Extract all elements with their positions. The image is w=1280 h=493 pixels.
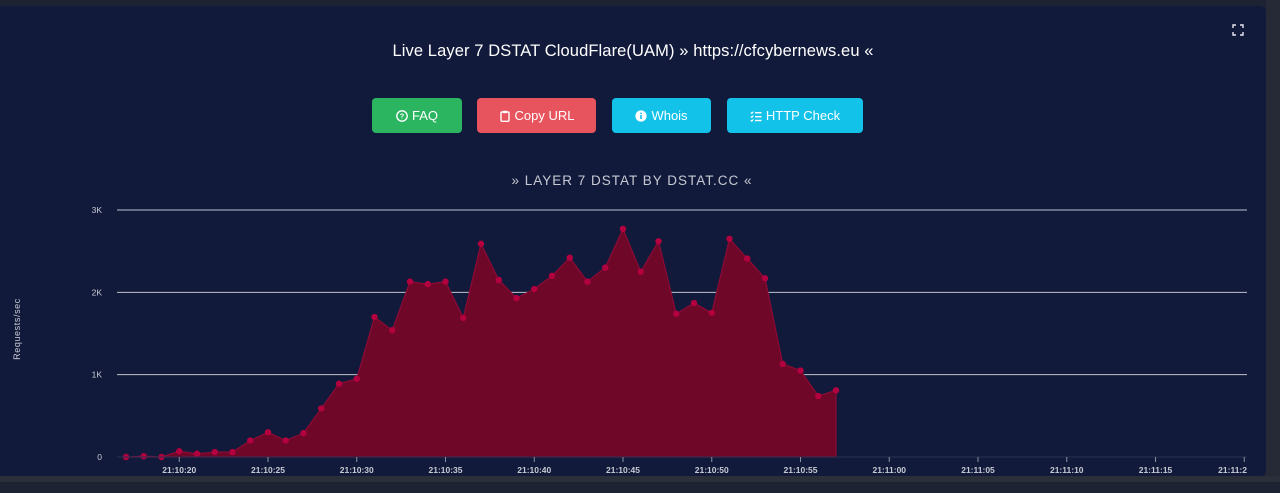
area-fill [126, 229, 836, 457]
data-point[interactable] [300, 430, 306, 436]
data-point[interactable] [247, 437, 253, 443]
data-point[interactable] [318, 405, 324, 411]
svg-text:?: ? [400, 111, 405, 120]
data-point[interactable] [531, 286, 537, 292]
data-point[interactable] [425, 281, 431, 287]
y-tick-label: 1K [92, 370, 103, 380]
data-point[interactable] [442, 278, 448, 284]
x-tick-label: 21:11:10 [1050, 465, 1084, 475]
data-point[interactable] [833, 387, 839, 393]
action-buttons: ? FAQ Copy URL Whois HTTP Check [0, 98, 1266, 134]
whois-button[interactable]: Whois [612, 98, 711, 133]
data-point[interactable] [602, 264, 608, 270]
dstat-chart: » LAYER 7 DSTAT BY DSTAT.CC « Requests/s… [0, 166, 1266, 488]
data-point[interactable] [212, 449, 218, 455]
data-point[interactable] [584, 278, 590, 284]
data-point[interactable] [194, 451, 200, 457]
data-point[interactable] [673, 311, 679, 317]
data-point[interactable] [691, 300, 697, 306]
y-tick-label: 0 [97, 452, 102, 462]
y-axis-ticks: 0 1K 2K 3K [92, 205, 103, 462]
data-point[interactable] [354, 376, 360, 382]
faq-button-label: FAQ [412, 108, 438, 123]
copy-url-button-label: Copy URL [515, 108, 575, 123]
data-point[interactable] [336, 381, 342, 387]
data-point[interactable] [744, 255, 750, 261]
data-point[interactable] [815, 393, 821, 399]
chart-title: » LAYER 7 DSTAT BY DSTAT.CC « [511, 173, 752, 188]
fullscreen-icon[interactable] [1232, 24, 1244, 36]
window-edge [1266, 0, 1280, 482]
x-tick-label: 21:10:50 [695, 465, 729, 475]
dstat-panel: Live Layer 7 DSTAT CloudFlare(UAM) » htt… [0, 6, 1266, 476]
http-check-button-label: HTTP Check [766, 108, 840, 123]
data-point[interactable] [265, 429, 271, 435]
x-tick-label: 21:10:30 [340, 465, 374, 475]
http-check-button[interactable]: HTTP Check [727, 98, 863, 133]
data-point[interactable] [709, 310, 715, 316]
x-tick-label: 21:11:00 [872, 465, 906, 475]
data-point[interactable] [389, 327, 395, 333]
x-axis-ticks: 21:10:20 21:10:25 21:10:30 21:10:35 21:10:40… [117, 457, 1247, 475]
x-tick-label: 21:11:05 [961, 465, 995, 475]
info-circle-icon [635, 110, 647, 122]
page-title: Live Layer 7 DSTAT CloudFlare(UAM) » htt… [0, 42, 1266, 61]
data-point[interactable] [620, 226, 626, 232]
data-point[interactable] [513, 295, 519, 301]
x-tick-label: 21:11:2 [1218, 465, 1247, 475]
data-point[interactable] [549, 273, 555, 279]
data-point[interactable] [780, 361, 786, 367]
data-point[interactable] [638, 269, 644, 275]
data-point[interactable] [567, 255, 573, 261]
data-point[interactable] [460, 315, 466, 321]
x-tick-label: 21:11:15 [1139, 465, 1173, 475]
x-tick-label: 21:10:45 [606, 465, 640, 475]
data-point[interactable] [229, 449, 235, 455]
faq-button[interactable]: ? FAQ [372, 98, 462, 133]
data-point[interactable] [762, 275, 768, 281]
whois-button-label: Whois [651, 108, 687, 123]
x-tick-label: 21:10:55 [783, 465, 817, 475]
data-point[interactable] [407, 278, 413, 284]
area-series [126, 229, 836, 457]
data-point[interactable] [371, 314, 377, 320]
data-point[interactable] [478, 241, 484, 247]
data-point[interactable] [176, 448, 182, 454]
data-point[interactable] [141, 453, 147, 459]
x-tick-label: 21:10:20 [162, 465, 196, 475]
clipboard-icon [499, 110, 511, 122]
data-point[interactable] [797, 367, 803, 373]
copy-url-button[interactable]: Copy URL [477, 98, 596, 133]
x-tick-label: 21:10:25 [251, 465, 285, 475]
data-point[interactable] [726, 236, 732, 242]
list-check-icon [750, 110, 762, 122]
data-point[interactable] [496, 277, 502, 283]
y-axis-label: Requests/sec [12, 298, 22, 360]
data-point[interactable] [655, 238, 661, 244]
data-point[interactable] [283, 437, 289, 443]
dstat-chart-container: » LAYER 7 DSTAT BY DSTAT.CC « Requests/s… [0, 166, 1266, 488]
x-tick-label: 21:10:35 [428, 465, 462, 475]
y-tick-label: 3K [92, 205, 103, 215]
x-tick-label: 21:10:40 [517, 465, 551, 475]
y-tick-label: 2K [92, 287, 103, 297]
question-circle-icon: ? [396, 110, 408, 122]
